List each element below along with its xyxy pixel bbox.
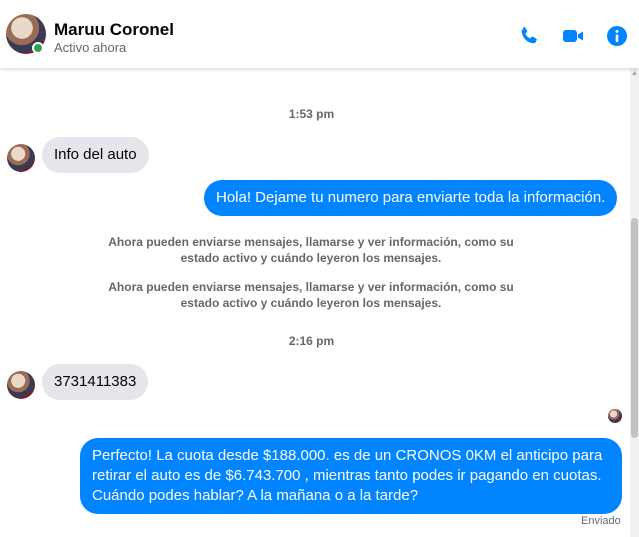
message-timestamp: 1:53 pm	[288, 107, 335, 121]
phone-icon[interactable]	[517, 24, 541, 48]
scroll-up-icon[interactable]: ▲	[631, 70, 638, 77]
system-notice: Ahora pueden enviarse mensajes, llamarse…	[108, 235, 514, 265]
read-receipt-avatar	[608, 409, 622, 423]
incoming-message[interactable]: Info del auto	[42, 137, 149, 173]
chat-header: Maruu Coronel Activo ahora	[0, 0, 639, 68]
outgoing-message[interactable]: Perfecto! La cuota desde $188.000. es de…	[80, 438, 622, 514]
message-timestamp: 2:16 pm	[288, 334, 335, 348]
contact-status: Activo ahora	[54, 40, 127, 55]
contact-avatar-small[interactable]	[7, 144, 35, 172]
video-icon[interactable]	[561, 24, 585, 48]
contact-name[interactable]: Maruu Coronel	[54, 20, 174, 40]
scrollbar-thumb[interactable]	[631, 218, 638, 438]
system-notice: Ahora pueden enviarse mensajes, llamarse…	[108, 280, 514, 310]
contact-avatar-small[interactable]	[7, 371, 35, 399]
chat-scrollbar[interactable]: ▲	[630, 68, 639, 537]
info-icon[interactable]	[605, 24, 629, 48]
outgoing-message[interactable]: Hola! Dejame tu numero para enviarte tod…	[204, 180, 618, 216]
incoming-message[interactable]: 3731411383	[42, 364, 149, 400]
online-indicator	[32, 42, 44, 54]
delivery-status: Enviado	[581, 515, 621, 527]
